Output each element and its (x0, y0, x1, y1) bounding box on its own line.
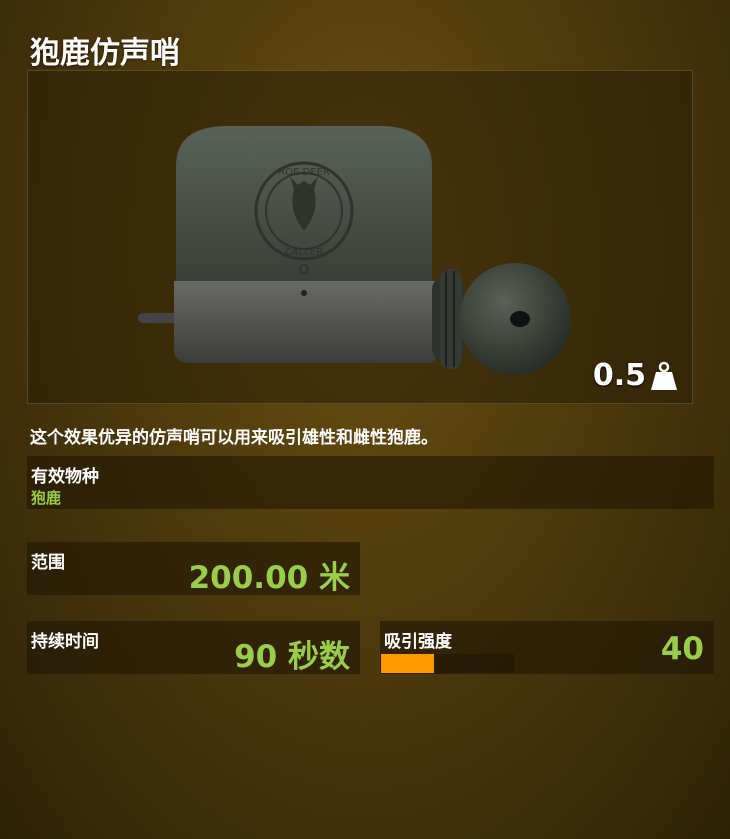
strength-bar-fill (381, 654, 435, 673)
roe-deer-caller-image: ROE DEER CALLER (138, 126, 571, 375)
item-preview: ROE DEER CALLER 0.5 (27, 70, 693, 404)
species-value: 狍鹿 (31, 489, 62, 507)
strength-bar (381, 654, 514, 673)
attraction-strength-stat: 吸引强度 40 (380, 621, 714, 674)
species-label: 有效物种 (31, 467, 99, 487)
duration-stat: 持续时间 90 秒数 (27, 621, 360, 675)
range-stat: 范围 200.00 米 (27, 542, 360, 596)
item-description: 这个效果优异的仿声哨可以用来吸引雄性和雌性狍鹿。 (30, 428, 438, 448)
weight-display: 0.5 (593, 358, 678, 393)
case-text-top: ROE DEER (278, 167, 330, 178)
strength-label: 吸引强度 (384, 632, 452, 652)
range-label: 范围 (31, 553, 65, 573)
range-value: 200.00 米 (188, 560, 350, 596)
strength-value: 40 (660, 631, 704, 667)
weight-icon (650, 361, 678, 391)
item-title: 狍鹿仿声哨 (30, 36, 180, 71)
duration-value: 90 秒数 (234, 639, 350, 675)
duration-label: 持续时间 (31, 632, 99, 652)
weight-value: 0.5 (592, 358, 646, 393)
species-panel: 有效物种 狍鹿 (27, 456, 714, 509)
case-text-bottom: CALLER (285, 247, 323, 258)
